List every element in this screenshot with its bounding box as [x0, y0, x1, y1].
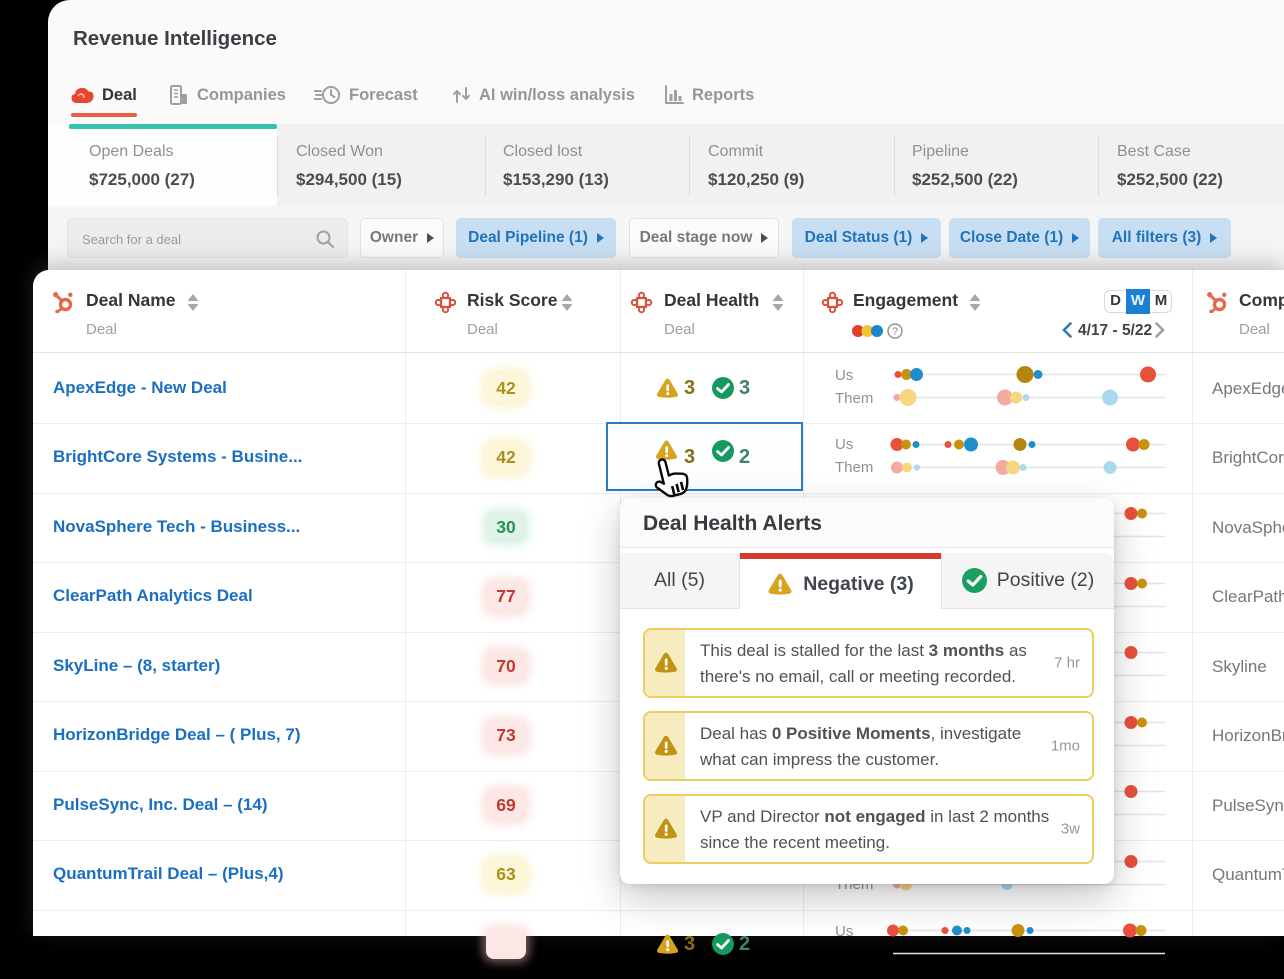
svg-text:?: ? — [892, 326, 898, 338]
